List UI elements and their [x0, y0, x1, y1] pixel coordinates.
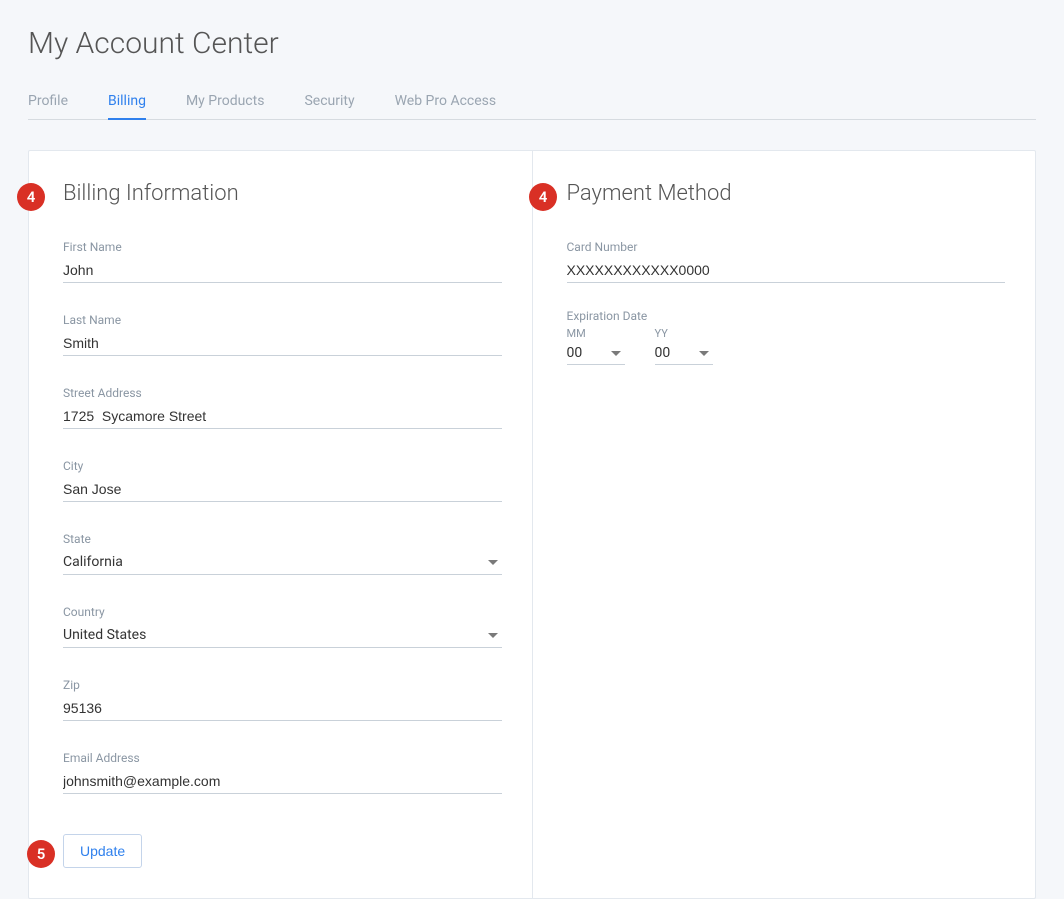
- exp-year-group: YY 00: [655, 327, 713, 365]
- callout-badge-billing: 4: [17, 183, 45, 211]
- billing-column: Billing Information First Name Last Name…: [29, 151, 532, 898]
- street-label: Street Address: [63, 386, 502, 400]
- expiration-row: MM 00 YY 00: [567, 327, 1006, 365]
- city-field-group: City: [63, 459, 502, 502]
- chevron-down-icon: [488, 560, 498, 565]
- update-button[interactable]: Update: [63, 834, 142, 868]
- callout-badge-update: 5: [27, 840, 55, 868]
- page-title: My Account Center: [28, 26, 1036, 61]
- last-name-field-group: Last Name: [63, 313, 502, 356]
- zip-label: Zip: [63, 678, 502, 692]
- exp-month-select[interactable]: 00: [567, 342, 625, 365]
- email-input[interactable]: [63, 769, 502, 794]
- country-label: Country: [63, 605, 502, 619]
- street-field-group: Street Address: [63, 386, 502, 429]
- exp-year-label: YY: [655, 327, 713, 340]
- payment-form: Card Number Expiration Date MM 00 YY: [567, 240, 1006, 365]
- tab-profile[interactable]: Profile: [28, 85, 68, 119]
- email-label: Email Address: [63, 751, 502, 765]
- country-value: United States: [63, 623, 146, 647]
- state-label: State: [63, 532, 502, 546]
- billing-section-title: Billing Information: [63, 181, 502, 206]
- first-name-label: First Name: [63, 240, 502, 254]
- content-panel: 4 4 5 Billing Information First Name Las…: [28, 150, 1036, 899]
- first-name-field-group: First Name: [63, 240, 502, 283]
- expiration-label: Expiration Date: [567, 309, 1006, 323]
- email-field-group: Email Address: [63, 751, 502, 794]
- state-select[interactable]: California: [63, 550, 502, 575]
- city-label: City: [63, 459, 502, 473]
- chevron-down-icon: [611, 351, 621, 356]
- state-value: California: [63, 550, 123, 574]
- exp-year-select[interactable]: 00: [655, 342, 713, 365]
- country-field-group: Country United States: [63, 605, 502, 648]
- country-select[interactable]: United States: [63, 623, 502, 648]
- last-name-label: Last Name: [63, 313, 502, 327]
- card-number-field-group: Card Number: [567, 240, 1006, 283]
- exp-month-group: MM 00: [567, 327, 625, 365]
- expiration-group: Expiration Date MM 00 YY 00: [567, 309, 1006, 365]
- tab-security[interactable]: Security: [304, 85, 354, 119]
- tabs-bar: Profile Billing My Products Security Web…: [28, 85, 1036, 120]
- tab-web-pro-access[interactable]: Web Pro Access: [395, 85, 497, 119]
- card-number-input[interactable]: [567, 258, 1006, 283]
- first-name-input[interactable]: [63, 258, 502, 283]
- callout-badge-payment: 4: [529, 183, 557, 211]
- payment-column: Payment Method Card Number Expiration Da…: [532, 151, 1036, 898]
- tab-my-products[interactable]: My Products: [186, 85, 265, 119]
- card-number-label: Card Number: [567, 240, 1006, 254]
- zip-input[interactable]: [63, 696, 502, 721]
- tab-billing[interactable]: Billing: [108, 85, 146, 119]
- state-field-group: State California: [63, 532, 502, 575]
- payment-section-title: Payment Method: [567, 181, 1006, 206]
- last-name-input[interactable]: [63, 331, 502, 356]
- zip-field-group: Zip: [63, 678, 502, 721]
- street-input[interactable]: [63, 404, 502, 429]
- exp-year-value: 00: [655, 342, 671, 364]
- billing-form: First Name Last Name Street Address City…: [63, 240, 502, 794]
- exp-month-value: 00: [567, 342, 583, 364]
- exp-month-label: MM: [567, 327, 625, 340]
- chevron-down-icon: [488, 633, 498, 638]
- city-input[interactable]: [63, 477, 502, 502]
- chevron-down-icon: [699, 351, 709, 356]
